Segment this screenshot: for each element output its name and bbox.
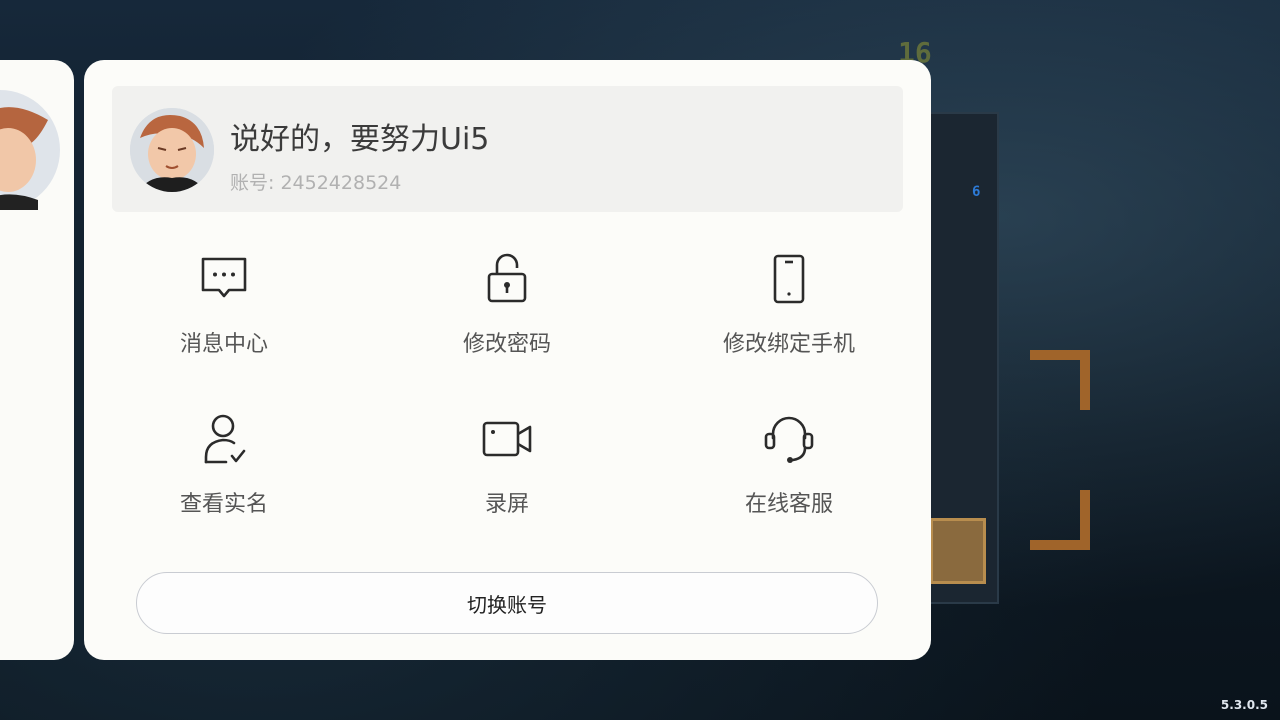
user-check-icon <box>196 410 252 466</box>
menu-item-label: 录屏 <box>484 492 529 517</box>
unlock-icon <box>479 250 535 306</box>
avatar[interactable] <box>130 108 214 192</box>
menu-item-label: 修改密码 <box>462 332 551 357</box>
message-icon <box>196 250 252 306</box>
game-mini-counter: 6 <box>972 184 981 200</box>
menu-item-message-center[interactable]: 消息中心 <box>109 250 339 370</box>
menu-item-label: 修改绑定手机 <box>722 332 855 357</box>
game-item-slot[interactable] <box>930 518 986 584</box>
phone-icon <box>761 250 817 306</box>
game-decoration <box>1030 350 1090 410</box>
menu-item-label: 在线客服 <box>744 492 833 517</box>
headset-icon <box>761 410 817 466</box>
version-label: 5.3.0.5 <box>1220 698 1268 712</box>
game-decoration <box>1030 490 1090 550</box>
menu-item-label: 消息中心 <box>179 332 268 357</box>
menu-item-change-phone[interactable]: 修改绑定手机 <box>674 250 904 370</box>
menu-item-screen-record[interactable]: 录屏 <box>392 410 622 530</box>
menu-item-online-support[interactable]: 在线客服 <box>674 410 904 530</box>
video-icon <box>479 410 535 466</box>
menu-item-view-real-name[interactable]: 查看实名 <box>109 410 339 530</box>
account-label: 账号: <box>230 172 275 194</box>
account-number: 2452428524 <box>280 172 402 194</box>
account-row: 账号: 2452428524 <box>230 168 401 195</box>
nickname: 说好的，要努力Ui5 <box>230 122 490 157</box>
menu-item-change-password[interactable]: 修改密码 <box>392 250 622 370</box>
switch-account-button[interactable]: 切换账号 <box>136 572 878 634</box>
menu-item-label: 查看实名 <box>179 492 268 517</box>
side-avatar[interactable] <box>0 90 74 210</box>
profile-card: 说好的，要努力Ui5 账号: 2452428524 <box>112 86 903 212</box>
account-modal: 说好的，要努力Ui5 账号: 2452428524 消息中心 修改密码 修改绑定… <box>84 60 931 660</box>
